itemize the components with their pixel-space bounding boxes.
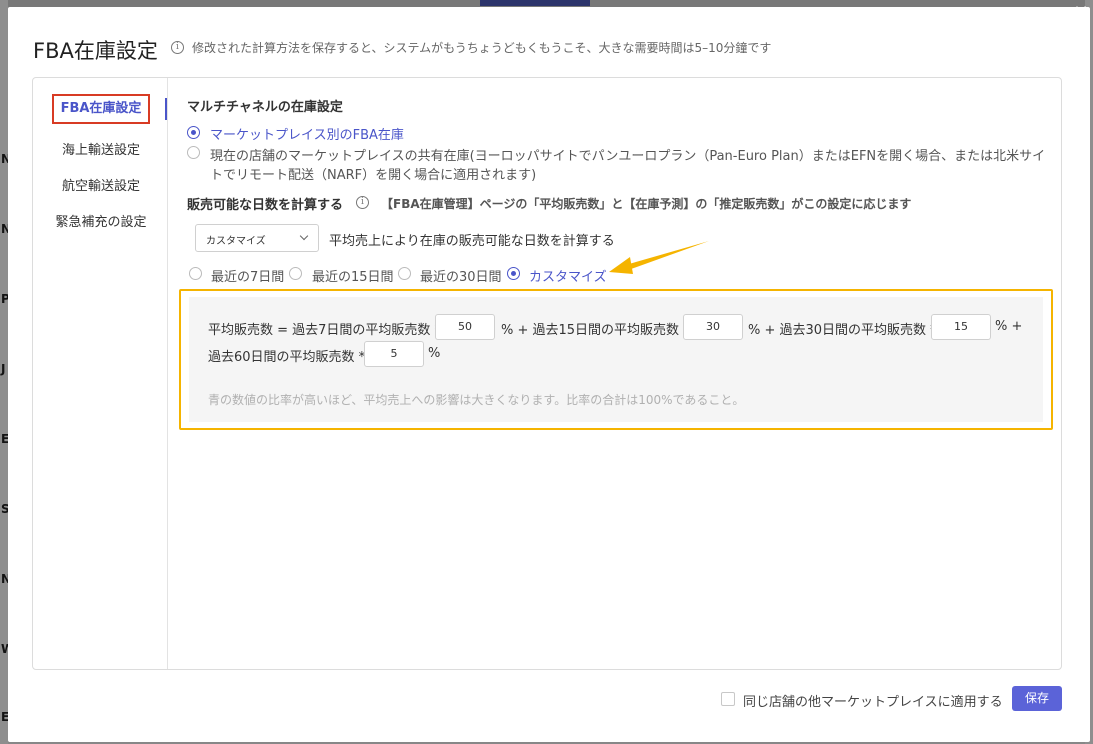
apply-to-other-marketplaces-label: 同じ店舗の他マーケットプレイスに適用する xyxy=(743,695,1003,710)
radio-last-7-days[interactable] xyxy=(189,267,202,280)
select-value: カスタマイズ xyxy=(206,236,266,247)
radio-last-15-days[interactable] xyxy=(289,267,302,280)
radio-label-last-15-days: 最近の15日間 xyxy=(312,270,394,285)
info-icon: i xyxy=(356,196,369,209)
custom-formula-highlight: 平均販売数 = 過去7日間の平均販売数 * 50 % + 過去15日間の平均販売… xyxy=(179,289,1053,430)
save-button[interactable]: 保存 xyxy=(1012,686,1062,711)
sellable-days-section-title: 販売可能な日数を計算する xyxy=(187,198,344,213)
radio-label-fba-per-marketplace: マーケットプレイス別のFBA在庫 xyxy=(210,128,404,143)
info-icon: i xyxy=(171,41,184,54)
modal-title: FBA在庫設定 xyxy=(33,39,158,63)
formula-text-60-days: 過去60日間の平均販売数 * xyxy=(208,350,366,365)
formula-text-percent: % xyxy=(428,346,441,361)
settings-sidebar: FBA在庫設定 海上輸送設定 航空輸送設定 緊急補充の設定 xyxy=(33,78,168,669)
sidebar-item-emergency-replenishment[interactable]: 緊急補充の設定 xyxy=(43,211,159,230)
weight-input-15-days[interactable]: 30 xyxy=(683,314,743,340)
sidebar-item-fba-inventory[interactable]: FBA在庫設定 xyxy=(52,94,150,124)
sellable-days-note: 【FBA在庫管理】ページの「平均販売数」と【在庫予測】の「推定販売数」がこの設定… xyxy=(381,197,912,211)
formula-text-30-days: % + 過去30日間の平均販売数 * xyxy=(748,323,937,338)
calculation-method-select[interactable]: カスタマイズ xyxy=(195,224,319,252)
formula-hint: 青の数値の比率が高いほど、平均売上への影響は大きくなります。比率の合計は100%… xyxy=(208,393,745,407)
formula-text-7-days: 平均販売数 = 過去7日間の平均販売数 * xyxy=(208,323,442,338)
settings-panel: FBA在庫設定 海上輸送設定 航空輸送設定 緊急補充の設定 マルチチャネルの在庫… xyxy=(32,77,1062,670)
radio-label-last-30-days: 最近の30日間 xyxy=(420,270,502,285)
fba-settings-modal: FBA在庫設定 i 修改された計算方法を保存すると、システムがもうちょうどもくも… xyxy=(8,7,1090,742)
radio-fba-per-marketplace[interactable] xyxy=(187,126,200,139)
radio-customize[interactable] xyxy=(507,267,520,280)
radio-label-last-7-days: 最近の7日間 xyxy=(211,270,285,285)
formula-text-plus: % + xyxy=(995,319,1023,334)
modal-description: 修改された計算方法を保存すると、システムがもうちょうどもくもうこそ、大きな需要時… xyxy=(192,41,772,55)
calculation-method-description: 平均売上により在庫の販売可能な日数を計算する xyxy=(329,234,615,249)
radio-shared-inventory[interactable] xyxy=(187,146,200,159)
weight-input-30-days[interactable]: 15 xyxy=(931,314,991,340)
apply-to-other-marketplaces-checkbox[interactable] xyxy=(721,692,735,706)
chevron-down-icon xyxy=(299,231,309,241)
weight-input-60-days[interactable]: 5 xyxy=(364,341,424,367)
active-tab-indicator xyxy=(165,98,167,120)
custom-formula-panel: 平均販売数 = 過去7日間の平均販売数 * 50 % + 過去15日間の平均販売… xyxy=(189,297,1043,422)
sidebar-item-air-shipping[interactable]: 航空輸送設定 xyxy=(43,175,159,194)
sidebar-item-sea-shipping[interactable]: 海上輸送設定 xyxy=(43,139,159,158)
radio-label-shared-inventory-line2: トでリモート配送（NARF）を開く場合に適用されます) xyxy=(210,168,537,183)
formula-text-15-days: % + 過去15日間の平均販売数 * xyxy=(501,323,690,338)
radio-label-shared-inventory-line1: 現在の店舗のマーケットプレイスの共有在庫(ヨーロッパサイトでパンユーロプラン（P… xyxy=(210,149,1046,164)
radio-label-customize: カスタマイズ xyxy=(529,270,607,285)
multichannel-section-title: マルチチャネルの在庫設定 xyxy=(187,100,343,115)
settings-content: マルチチャネルの在庫設定 マーケットプレイス別のFBA在庫 現在の店舗のマーケッ… xyxy=(169,78,1061,669)
radio-last-30-days[interactable] xyxy=(398,267,411,280)
weight-input-7-days[interactable]: 50 xyxy=(435,314,495,340)
